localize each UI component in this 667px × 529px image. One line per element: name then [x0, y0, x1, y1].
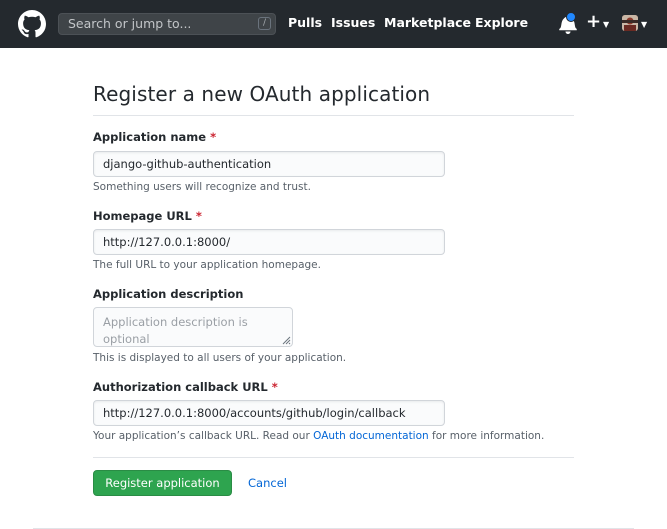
title-divider — [93, 115, 574, 116]
cancel-link[interactable]: Cancel — [248, 476, 287, 490]
callback-url-note: Your application’s callback URL. Read ou… — [93, 430, 545, 442]
top-header: Search or jump to... / Pulls Issues Mark… — [0, 0, 667, 48]
register-application-button[interactable]: Register application — [93, 470, 232, 496]
search-shortcut-badge: / — [258, 17, 271, 30]
github-logo-icon[interactable] — [18, 10, 46, 38]
description-note: This is displayed to all users of your a… — [93, 352, 347, 364]
search-input[interactable]: Search or jump to... / — [58, 13, 276, 35]
app-name-note: Something users will recognize and trust… — [93, 181, 311, 193]
resize-grip-icon[interactable] — [281, 335, 291, 345]
chevron-down-icon[interactable]: ▼ — [641, 20, 647, 29]
nav-issues[interactable]: Issues — [331, 15, 375, 30]
plus-icon[interactable]: + — [586, 11, 601, 32]
homepage-url-note: The full URL to your application homepag… — [93, 259, 321, 271]
required-mark: * — [210, 130, 217, 144]
nav-pulls[interactable]: Pulls — [288, 15, 322, 30]
notification-dot — [566, 12, 576, 22]
actions-divider — [93, 457, 574, 458]
homepage-url-label: Homepage URL * — [93, 209, 202, 223]
description-label: Application description — [93, 287, 244, 301]
app-name-field[interactable]: django-github-authentication — [93, 151, 445, 177]
description-placeholder-line2: optional — [103, 332, 150, 346]
search-placeholder: Search or jump to... — [68, 16, 192, 31]
app-name-label: Application name * — [93, 130, 217, 144]
required-mark: * — [195, 209, 202, 223]
avatar[interactable] — [622, 15, 638, 31]
description-placeholder-line1: Application description is — [103, 315, 248, 329]
description-textarea[interactable]: Application description is optional — [93, 307, 293, 347]
nav-explore[interactable]: Explore — [475, 15, 528, 30]
callback-url-label: Authorization callback URL * — [93, 380, 278, 394]
oauth-documentation-link[interactable]: OAuth documentation — [313, 430, 429, 442]
required-mark: * — [271, 380, 278, 394]
chevron-down-icon[interactable]: ▼ — [603, 20, 609, 29]
callback-url-field[interactable]: http://127.0.0.1:8000/accounts/github/lo… — [93, 400, 445, 426]
page-title: Register a new OAuth application — [93, 82, 431, 106]
homepage-url-field[interactable]: http://127.0.0.1:8000/ — [93, 229, 445, 255]
nav-marketplace[interactable]: Marketplace — [384, 15, 471, 30]
